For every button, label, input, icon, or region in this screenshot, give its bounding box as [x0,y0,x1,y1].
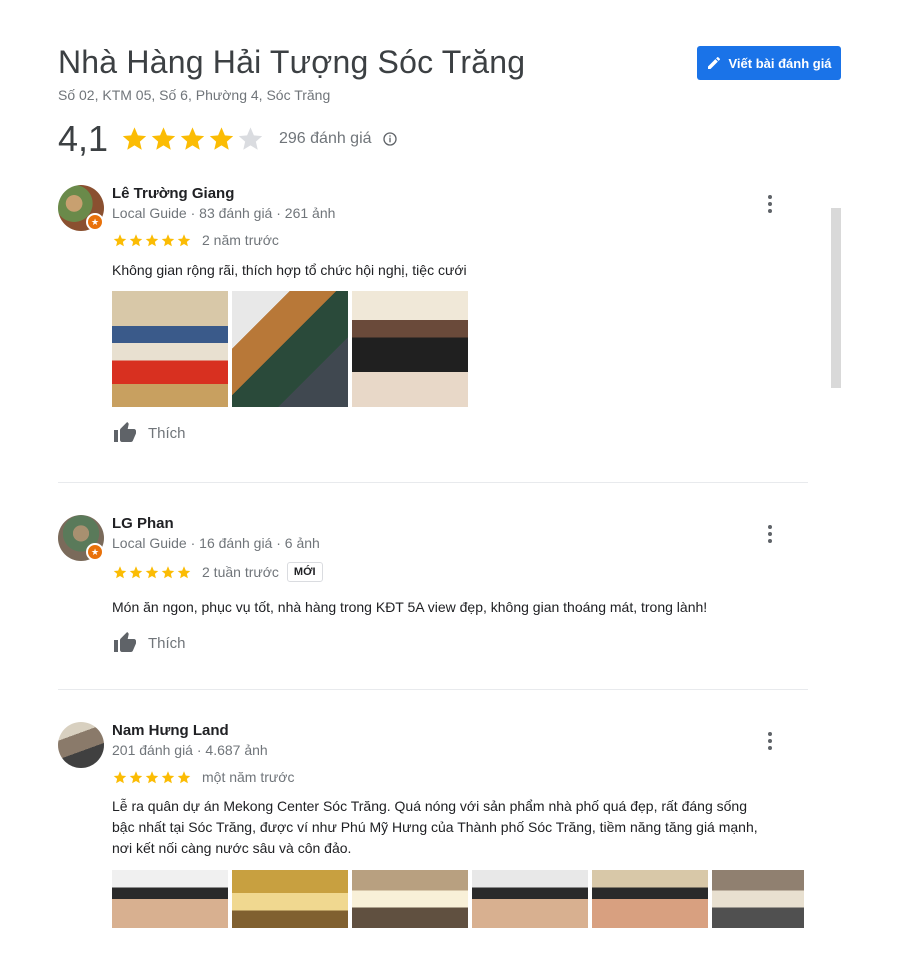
like-button[interactable]: Thích [112,421,186,445]
review-time: 2 tuần trước [202,564,279,580]
local-guide-badge-icon: ★ [86,213,104,231]
like-label: Thích [148,634,186,652]
review-text: Món ăn ngon, phục vụ tốt, nhà hàng trong… [112,599,708,615]
review-photo[interactable] [112,291,228,407]
scrollbar-thumb[interactable] [831,208,841,388]
star-icon [151,127,176,150]
star-icon [122,127,147,150]
review-item: ★ LG Phan Local Guide · 16 đánh giá · 6 … [58,515,808,665]
reviewer-meta: Local Guide · 16 đánh giá · 6 ảnh [112,535,320,551]
review-rating: một năm trước [112,769,294,785]
place-address: Số 02, KTM 05, Số 6, Phường 4, Sóc Trăng [58,87,331,103]
review-stars [112,565,192,580]
review-text-line: bậc nhất tại Sóc Trăng, được ví như Phú … [112,819,758,835]
like-label: Thích [148,424,186,442]
review-text-line: nơi kết nối càng nước sâu và côn đảo. [112,840,352,856]
star-icon [161,770,175,783]
thumbs-up-icon [114,632,136,652]
rating-stars [120,125,265,153]
divider [58,482,808,483]
star-icon [145,233,159,246]
reviewer-meta: Local Guide · 83 đánh giá · 261 ảnh [112,205,336,221]
local-guide-badge-icon: ★ [86,543,104,561]
reviewer-name[interactable]: Lê Trường Giang [112,185,234,202]
write-review-label: Viết bài đánh giá [728,55,832,71]
more-options-icon[interactable] [762,193,778,215]
review-photo[interactable] [112,870,228,928]
review-photos [112,870,804,928]
more-options-icon[interactable] [762,523,778,545]
review-photo[interactable] [472,870,588,928]
star-icon [177,770,191,783]
review-text: Không gian rộng rãi, thích hợp tổ chức h… [112,262,467,278]
review-item: Nam Hưng Land 201 đánh giá · 4.687 ảnh m… [58,722,808,962]
star-icon [161,233,175,246]
star-empty-icon [238,127,263,150]
reviewer-name[interactable]: LG Phan [112,515,174,532]
star-icon [145,565,159,578]
write-review-button[interactable]: Viết bài đánh giá [697,46,841,80]
review-rating: 2 tuần trước MỚI [112,562,323,582]
star-icon [129,565,143,578]
review-photo[interactable] [352,291,468,407]
like-button[interactable]: Thích [112,631,186,655]
review-time: một năm trước [202,769,295,785]
star-icon [113,233,127,246]
new-badge: MỚI [286,562,323,582]
review-photo[interactable] [232,870,348,928]
reviewer-name[interactable]: Nam Hưng Land [112,722,229,739]
star-icon [177,233,191,246]
review-item: ★ Lê Trường Giang Local Guide · 83 đánh … [58,185,808,455]
star-icon [177,565,191,578]
review-count[interactable]: 296 đánh giá [279,130,372,148]
rating-value: 4,1 [58,118,109,159]
review-photo[interactable] [592,870,708,928]
divider [58,689,808,690]
review-photo[interactable] [232,291,348,407]
review-stars [112,770,192,785]
pencil-icon [708,56,721,69]
thumbs-up-icon [114,422,136,442]
info-icon[interactable] [382,131,398,147]
star-icon [129,233,143,246]
review-photos [112,291,468,407]
avatar[interactable] [58,722,104,768]
star-icon [113,565,127,578]
star-icon [129,770,143,783]
review-photo[interactable] [712,870,804,928]
star-icon [161,565,175,578]
reviewer-meta: 201 đánh giá · 4.687 ảnh [112,742,268,758]
review-stars [112,233,192,248]
star-icon [113,770,127,783]
star-icon [145,770,159,783]
rating-summary: 4,1 296 đánh giá [58,118,398,160]
star-icon [209,127,234,150]
star-icon [180,127,205,150]
review-photo[interactable] [352,870,468,928]
more-options-icon[interactable] [762,730,778,752]
review-text-line: Lễ ra quân dự án Mekong Center Sóc Trăng… [112,798,747,814]
review-text: Lễ ra quân dự án Mekong Center Sóc Trăng… [112,796,758,859]
review-rating: 2 năm trước [112,232,279,248]
review-time: 2 năm trước [202,232,279,248]
